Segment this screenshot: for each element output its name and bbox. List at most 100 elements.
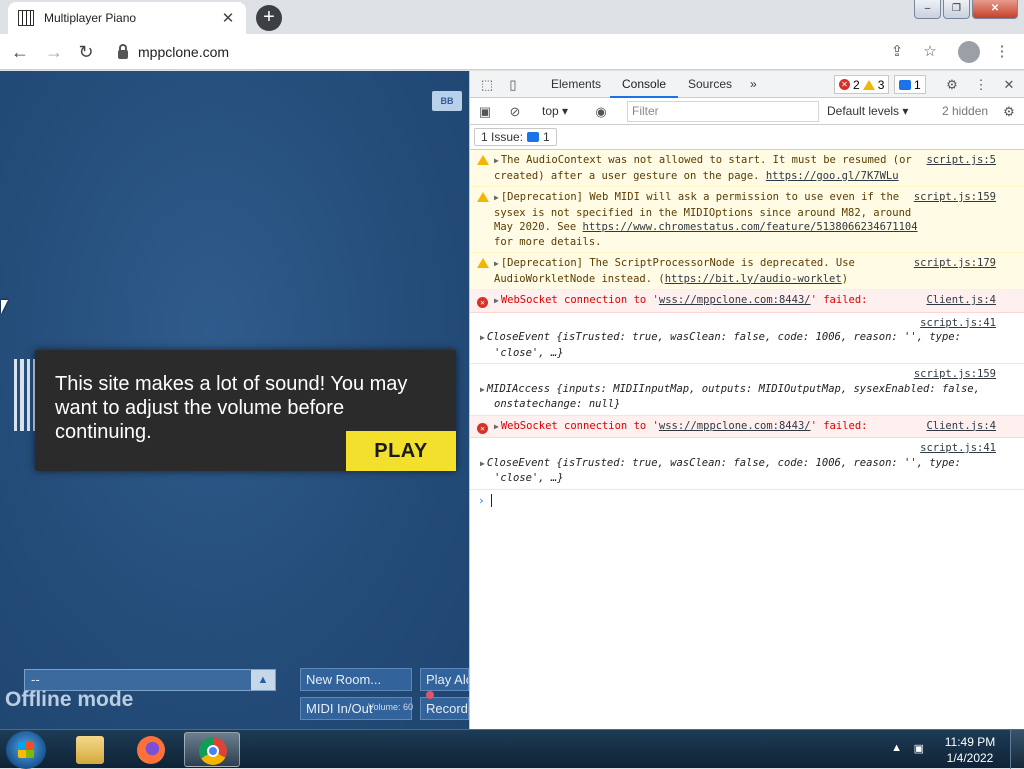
tab-strip: Multiplayer Piano ✕ + – ❐ ✕ [0, 0, 1024, 34]
message-link[interactable]: wss://mppclone.com:8443/ [659, 420, 811, 432]
object-preview[interactable]: ▶ MIDIAccess {inputs: MIDIInputMap, outpu… [480, 382, 996, 412]
back-button[interactable]: ← [8, 40, 32, 64]
issue-counts-badge[interactable]: ✕ 2 3 [834, 75, 890, 94]
console-message: script.js:159 ▶ [Deprecation] Web MIDI wil… [470, 187, 1024, 253]
taskbar-chrome[interactable] [184, 732, 240, 767]
start-button[interactable] [6, 731, 46, 769]
close-window-button[interactable]: ✕ [972, 0, 1018, 19]
devtools-tabbar: ⬚ ▯ Elements Console Sources » ✕ 2 3 1 ⚙… [470, 71, 1024, 98]
volume-label[interactable]: Volume: 60 [368, 702, 413, 712]
message-source-link[interactable]: script.js:159 [913, 190, 996, 205]
bookmark-star-icon[interactable]: ☆ [918, 40, 942, 64]
issues-button[interactable]: 1 Issue: 1 [474, 128, 557, 146]
warning-count: 3 [877, 77, 885, 92]
chat-toggle-button[interactable]: BB [432, 91, 462, 111]
chrome-menu-icon[interactable]: ⋮ [990, 40, 1014, 64]
record-button[interactable]: Record [420, 697, 469, 720]
sidebar-toggle-icon[interactable]: ▣ [476, 103, 494, 121]
reload-button[interactable]: ↻ [74, 40, 98, 64]
device-toolbar-icon[interactable]: ▯ [504, 76, 522, 94]
warning-icon [862, 79, 875, 90]
chevron-up-icon[interactable]: ▲ [251, 670, 275, 690]
browser-tab[interactable]: Multiplayer Piano ✕ [8, 2, 246, 34]
mouse-cursor-icon [1, 300, 8, 314]
address-bar[interactable]: mppclone.com [110, 39, 880, 65]
room-select-value: -- [31, 672, 40, 687]
context-select[interactable]: top ▾ [542, 98, 568, 125]
network-icon[interactable]: ▣ [914, 742, 924, 755]
clear-console-icon[interactable]: ⊘ [506, 103, 524, 121]
object-preview-text: CloseEvent {isTrusted: true, wasClean: f… [486, 456, 961, 485]
console-settings-gear-icon[interactable]: ⚙ [1000, 103, 1018, 121]
message-text[interactable]: ▶ WebSocket connection to 'wss://mppclone… [494, 419, 996, 435]
message-source-link[interactable]: Client.js:4 [926, 418, 996, 433]
message-source-link[interactable]: Client.js:4 [926, 293, 996, 308]
close-devtools-icon[interactable]: ✕ [1000, 76, 1018, 94]
message-link[interactable]: https://bit.ly/audio-worklet [665, 273, 842, 285]
show-hidden-icons-icon[interactable]: ▲ [891, 742, 902, 754]
console-prompt[interactable]: › [470, 490, 1024, 512]
expand-triangle-icon[interactable]: ▶ [480, 385, 485, 394]
taskbar-firefox[interactable] [123, 732, 179, 767]
message-source-link[interactable]: script.js:41 [494, 316, 996, 331]
tab-elements[interactable]: Elements [551, 71, 601, 98]
warning-icon [477, 258, 489, 273]
forward-button[interactable]: → [42, 40, 66, 64]
error-icon: ✕ [477, 295, 488, 310]
new-room-button[interactable]: New Room... [300, 668, 412, 691]
gear-icon[interactable]: ⚙ [943, 76, 961, 94]
profile-avatar-icon[interactable] [958, 41, 980, 63]
filter-input[interactable]: Filter [627, 101, 819, 122]
message-text-part: ' failed: [810, 419, 868, 432]
info-count-badge[interactable]: 1 [894, 75, 926, 94]
message-link[interactable]: https://goo.gl/7K7WLu [766, 170, 899, 182]
object-preview[interactable]: ▶ CloseEvent {isTrusted: true, wasClean: … [480, 330, 996, 360]
maximize-button[interactable]: ❐ [943, 0, 970, 19]
sound-warning-modal: This site makes a lot of sound! You may … [35, 350, 456, 471]
share-icon[interactable]: ⇪ [885, 40, 909, 64]
expand-triangle-icon[interactable]: ▶ [494, 259, 499, 268]
message-source-link[interactable]: script.js:5 [926, 153, 996, 168]
expand-triangle-icon[interactable]: ▶ [494, 193, 499, 202]
message-link[interactable]: https://www.chromestatus.com/feature/513… [583, 221, 918, 233]
piano-favicon-icon [18, 10, 34, 26]
warning-icon [477, 192, 489, 207]
error-icon: ✕ [477, 421, 488, 436]
message-source-link[interactable]: script.js:41 [494, 441, 996, 456]
piano-keys[interactable] [14, 359, 36, 431]
play-alone-button[interactable]: Play Alo [420, 668, 469, 691]
message-text[interactable]: ▶ The AudioContext was not allowed to sta… [494, 153, 996, 183]
devtools-panel: ⬚ ▯ Elements Console Sources » ✕ 2 3 1 ⚙… [469, 71, 1024, 729]
log-levels-select[interactable]: Default levels ▾ [827, 98, 908, 125]
expand-triangle-icon[interactable]: ▶ [494, 156, 499, 165]
message-link[interactable]: wss://mppclone.com:8443/ [659, 294, 811, 306]
close-tab-icon[interactable]: ✕ [220, 9, 236, 27]
play-button[interactable]: PLAY [346, 431, 456, 471]
console-message: script.js:41 ▶ CloseEvent {isTrusted: true… [470, 438, 1024, 490]
object-preview[interactable]: ▶ CloseEvent {isTrusted: true, wasClean: … [480, 456, 996, 486]
kebab-menu-icon[interactable]: ⋮ [972, 76, 990, 94]
taskbar-explorer[interactable] [62, 732, 118, 767]
console-message: ✕ Client.js:4 ▶ WebSocket connection to 'ws… [470, 415, 1024, 438]
clock[interactable]: 11:49 PM 1/4/2022 [940, 734, 1000, 766]
expand-triangle-icon[interactable]: ▶ [494, 422, 499, 431]
eye-icon[interactable]: ◉ [592, 103, 610, 121]
more-tabs-button[interactable]: » [750, 71, 757, 98]
text-caret [490, 494, 492, 507]
record-dot-icon [426, 691, 434, 699]
show-desktop-button[interactable] [1010, 730, 1024, 769]
minimize-button[interactable]: – [914, 0, 941, 19]
message-source-link[interactable]: script.js:159 [494, 367, 996, 382]
prompt-chevron-icon: › [478, 493, 485, 507]
tab-sources[interactable]: Sources [688, 71, 732, 98]
expand-triangle-icon[interactable]: ▶ [494, 296, 499, 305]
message-source-link[interactable]: script.js:179 [913, 256, 996, 271]
tab-console[interactable]: Console [610, 71, 679, 98]
expand-triangle-icon[interactable]: ▶ [480, 459, 485, 468]
message-text[interactable]: ▶ WebSocket connection to 'wss://mppclone… [494, 293, 996, 309]
expand-triangle-icon[interactable]: ▶ [480, 333, 485, 342]
inspect-element-icon[interactable]: ⬚ [478, 76, 496, 94]
lock-icon [118, 43, 128, 59]
new-tab-button[interactable]: + [256, 5, 282, 31]
window-controls: – ❐ ✕ [914, 0, 1018, 19]
